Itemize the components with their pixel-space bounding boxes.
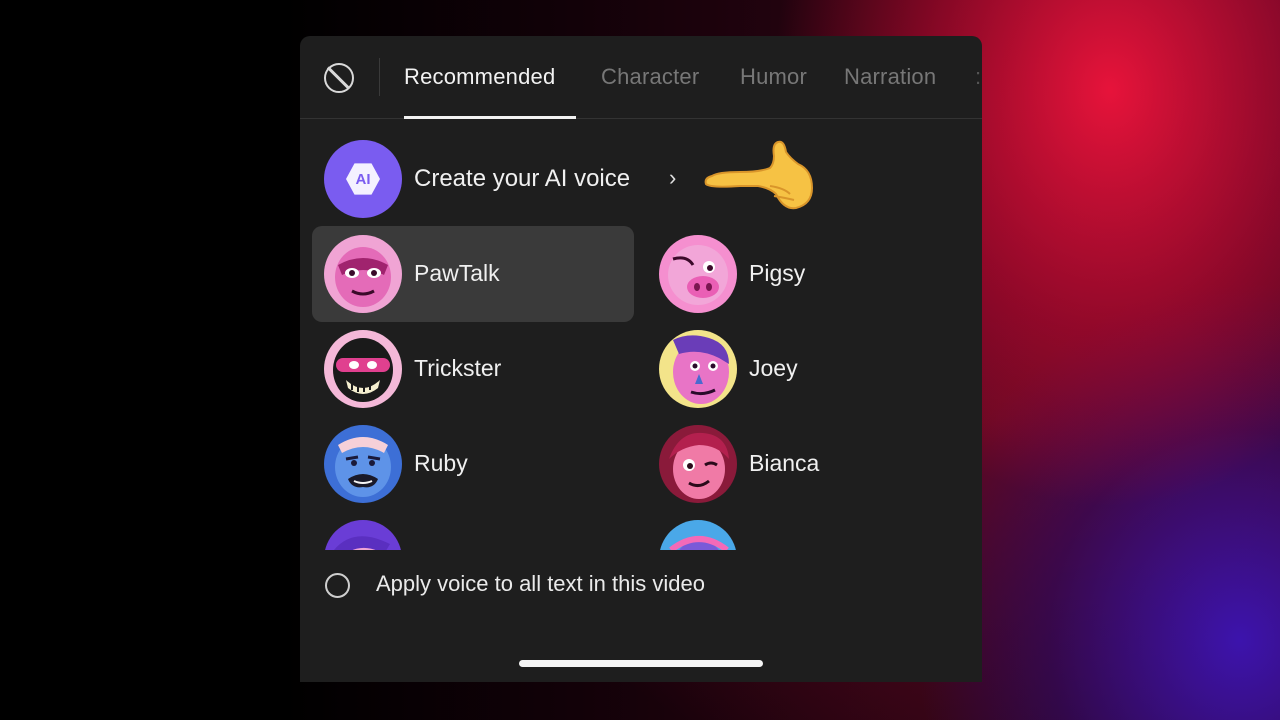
voice-option-trickster[interactable]: Trickster <box>312 321 634 417</box>
trickster-avatar-icon <box>324 330 402 408</box>
voice-option-partial[interactable] <box>647 511 969 551</box>
voice-label: Joey <box>749 355 798 381</box>
apply-all-label: Apply voice to all text in this video <box>376 571 705 596</box>
ai-voice-avatar: AI <box>324 140 402 218</box>
create-ai-voice-button[interactable]: AI Create your AI voice › <box>324 140 704 218</box>
voice-effects-panel: Recommended Character Humor Narration : … <box>300 36 982 682</box>
active-tab-underline <box>404 116 576 119</box>
partial-avatar-icon <box>324 520 402 551</box>
ai-badge-icon: AI <box>346 163 380 195</box>
no-voice-icon[interactable] <box>324 63 354 93</box>
tab-humor[interactable]: Humor <box>740 64 807 90</box>
create-ai-voice-label: Create your AI voice <box>414 165 631 192</box>
tab-narration[interactable]: Narration <box>844 64 936 90</box>
ruby-avatar-icon <box>324 425 402 503</box>
voice-label: Trickster <box>414 355 502 381</box>
list-bottom-mask <box>300 550 982 570</box>
pointing-hand-emoji-icon <box>704 140 814 210</box>
joey-avatar-icon <box>659 330 737 408</box>
apply-all-radio[interactable] <box>325 573 350 598</box>
voice-option-bianca[interactable]: Bianca <box>647 416 969 512</box>
voice-label: Bianca <box>749 450 820 476</box>
voice-option-ruby[interactable]: Ruby <box>312 416 634 512</box>
tab-divider <box>379 58 380 96</box>
voice-option-joey[interactable]: Joey <box>647 321 969 417</box>
home-indicator[interactable] <box>519 660 763 667</box>
partial-avatar-icon <box>659 520 737 551</box>
voice-label: PawTalk <box>414 260 500 286</box>
bianca-avatar-icon <box>659 425 737 503</box>
voice-option-pigsy[interactable]: Pigsy <box>647 226 969 322</box>
tab-recommended[interactable]: Recommended <box>404 64 555 90</box>
voice-label: Ruby <box>414 450 468 476</box>
voice-option-partial[interactable] <box>312 511 634 551</box>
pawtalk-avatar-icon <box>324 235 402 313</box>
voice-label: Pigsy <box>749 260 806 286</box>
tab-character[interactable]: Character <box>601 64 699 90</box>
voice-option-pawtalk[interactable]: PawTalk <box>312 226 634 322</box>
pigsy-avatar-icon <box>659 235 737 313</box>
chevron-right-icon: › <box>669 165 677 190</box>
voice-category-tabs: Recommended Character Humor Narration : <box>300 36 982 119</box>
apply-to-all-option[interactable]: Apply voice to all text in this video <box>324 570 824 600</box>
more-tabs-indicator[interactable]: : <box>975 64 981 90</box>
